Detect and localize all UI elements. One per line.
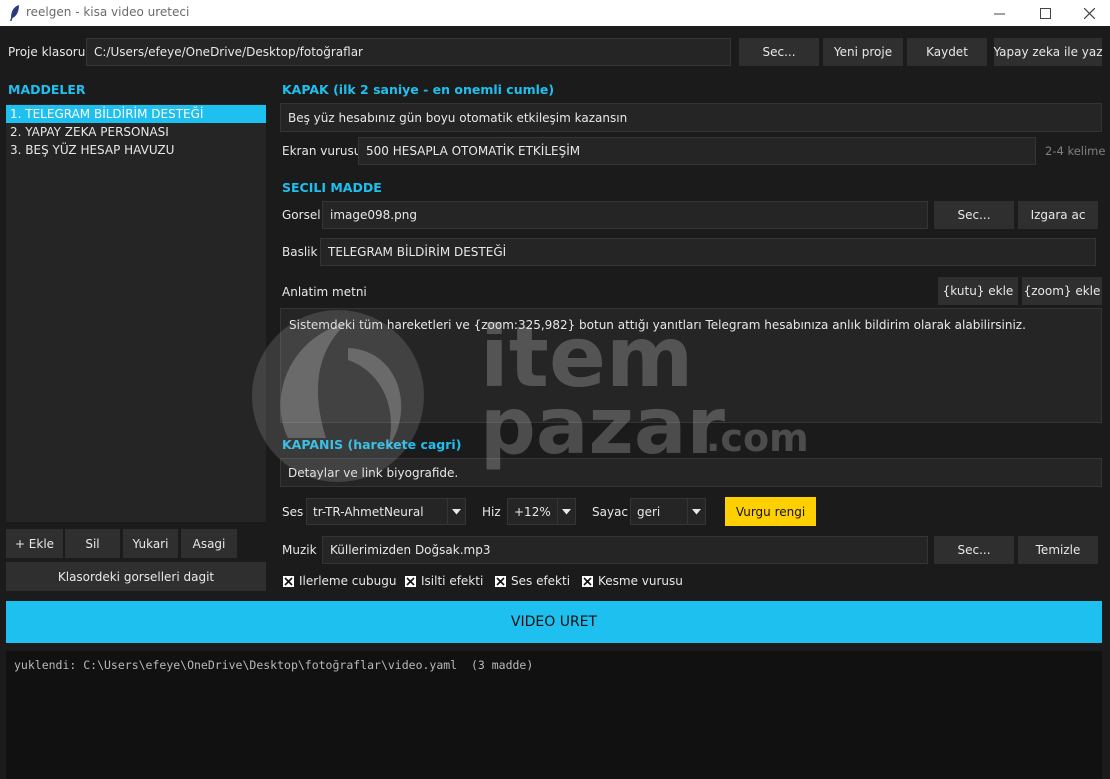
voice-dropdown-arrow[interactable]	[447, 499, 465, 524]
counter-value: geri	[637, 504, 661, 519]
checkbox-checked-icon	[283, 575, 294, 587]
speed-label: Hiz	[482, 505, 501, 519]
list-item[interactable]: 1. TELEGRAM BİLDİRİM DESTEĞİ	[6, 105, 266, 123]
list-item[interactable]: 2. YAPAY ZEKA PERSONASI	[6, 123, 266, 141]
items-heading: MADDELER	[8, 82, 86, 97]
screen-hit-hint: 2-4 kelime	[1045, 144, 1106, 158]
narration-textarea[interactable]: Sistemdeki tüm hareketleri ve {zoom:325,…	[280, 308, 1102, 423]
checkbox-checked-icon	[582, 575, 593, 587]
cut-hit-checkbox[interactable]: Kesme vurusu	[582, 574, 683, 588]
closing-text-input[interactable]: Detaylar ve link biyografide.	[280, 458, 1102, 487]
music-label: Muzik	[282, 543, 317, 557]
speed-dropdown-arrow[interactable]	[557, 499, 575, 524]
project-browse-button[interactable]: Sec...	[739, 38, 819, 66]
window-title: reelgen - kisa video ureteci	[26, 5, 190, 19]
selected-item-heading: SECILI MADDE	[282, 180, 382, 195]
title-bar: reelgen - kisa video ureteci	[0, 0, 1110, 26]
cover-heading: KAPAK (ilk 2 saniye - en onemli cumle)	[282, 82, 555, 97]
feather-icon	[10, 5, 19, 21]
closing-heading: KAPANIS (harekete cagri)	[282, 437, 462, 452]
image-input[interactable]: image098.png	[322, 201, 928, 229]
sound-effect-label: Ses efekti	[511, 574, 571, 588]
counter-label: Sayac	[592, 505, 629, 519]
glow-effect-label: Isilti efekti	[421, 574, 484, 588]
log-console: yuklendi: C:\Users\efeye\OneDrive\Deskto…	[6, 651, 1102, 779]
add-item-button[interactable]: + Ekle	[6, 529, 63, 558]
music-browse-button[interactable]: Sec...	[934, 536, 1014, 564]
close-button[interactable]	[1066, 0, 1110, 26]
maximize-button[interactable]	[1022, 0, 1068, 26]
counter-select[interactable]: geri	[630, 498, 706, 525]
glow-effect-checkbox[interactable]: Isilti efekti	[405, 574, 483, 588]
chevron-down-icon	[562, 508, 571, 514]
progress-bar-checkbox[interactable]: Ilerleme cubugu	[283, 574, 396, 588]
music-clear-button[interactable]: Temizle	[1018, 536, 1098, 564]
checkbox-checked-icon	[405, 575, 416, 587]
image-label: Gorsel	[282, 208, 321, 222]
progress-bar-label: Ilerleme cubugu	[299, 574, 397, 588]
log-line: yuklendi: C:\Users\efeye\OneDrive\Deskto…	[14, 658, 534, 672]
generate-video-button[interactable]: VIDEO URET	[6, 601, 1102, 643]
title-input[interactable]: TELEGRAM BİLDİRİM DESTEĞİ	[320, 238, 1096, 266]
checkbox-checked-icon	[495, 575, 506, 587]
project-folder-input[interactable]: C:/Users/efeye/OneDrive/Desktop/fotoğraf…	[86, 38, 731, 66]
ai-write-button[interactable]: Yapay zeka ile yaz	[993, 38, 1103, 66]
new-project-button[interactable]: Yeni proje	[823, 38, 903, 66]
speed-select[interactable]: +12%	[507, 498, 576, 525]
music-input[interactable]: Küllerimizden Doğsak.mp3	[322, 536, 928, 564]
speed-value: +12%	[514, 504, 551, 519]
minimize-button[interactable]	[976, 0, 1022, 26]
close-icon	[1083, 7, 1095, 19]
voice-select[interactable]: tr-TR-AhmetNeural	[306, 498, 466, 525]
screen-hit-input[interactable]: 500 HESAPLA OTOMATİK ETKİLEŞİM	[358, 137, 1036, 165]
list-item[interactable]: 3. BEŞ YÜZ HESAP HAVUZU	[6, 141, 266, 159]
minimize-icon	[993, 13, 1005, 14]
save-button[interactable]: Kaydet	[907, 38, 987, 66]
insert-box-tag-button[interactable]: {kutu} ekle	[938, 277, 1018, 305]
title-label: Baslik	[282, 245, 318, 259]
chevron-down-icon	[452, 508, 461, 514]
voice-label: Ses	[282, 505, 304, 519]
delete-item-button[interactable]: Sil	[65, 529, 120, 558]
move-up-button[interactable]: Yukari	[123, 529, 178, 558]
open-grid-button[interactable]: Izgara ac	[1018, 201, 1098, 229]
insert-zoom-tag-button[interactable]: {zoom} ekle	[1022, 277, 1102, 305]
move-down-button[interactable]: Asagi	[181, 529, 237, 558]
screen-hit-label: Ekran vurusu	[282, 144, 362, 158]
counter-dropdown-arrow[interactable]	[687, 499, 705, 524]
maximize-icon	[1039, 7, 1051, 19]
narration-label: Anlatim metni	[282, 285, 367, 299]
chevron-down-icon	[692, 508, 701, 514]
cover-sentence-input[interactable]: Beş yüz hesabınız gün boyu otomatik etki…	[280, 103, 1102, 132]
image-browse-button[interactable]: Sec...	[934, 201, 1014, 229]
sound-effect-checkbox[interactable]: Ses efekti	[495, 574, 570, 588]
distribute-images-button[interactable]: Klasordeki gorselleri dagit	[6, 562, 266, 591]
cut-hit-label: Kesme vurusu	[598, 574, 683, 588]
accent-color-button[interactable]: Vurgu rengi	[725, 497, 816, 526]
project-folder-label: Proje klasoru	[8, 45, 86, 59]
voice-value: tr-TR-AhmetNeural	[313, 504, 424, 519]
items-listbox[interactable]: 1. TELEGRAM BİLDİRİM DESTEĞİ 2. YAPAY ZE…	[6, 104, 266, 522]
